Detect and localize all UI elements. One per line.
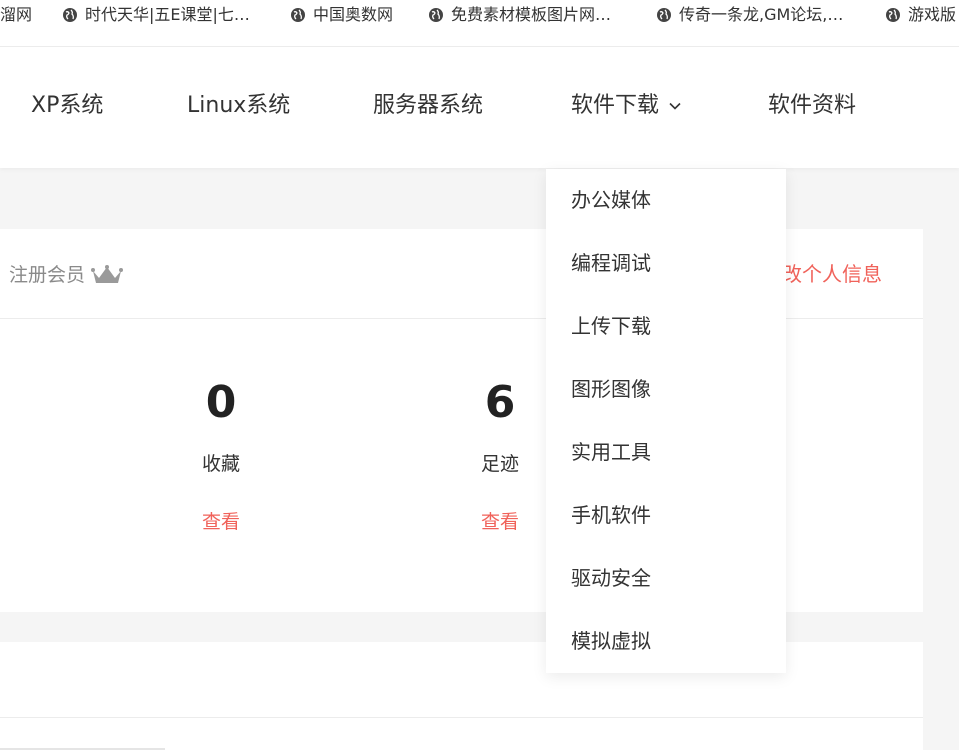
main-nav: XP系统 Linux系统 服务器系统 软件下载 软件资料 [0, 47, 959, 168]
nav-item-server[interactable]: 服务器系统 [373, 91, 483, 121]
globe-icon [657, 8, 671, 22]
stat-label: 足迹 [480, 453, 519, 475]
nav-item-label: Linux系统 [187, 93, 291, 118]
stat-value: 6 [484, 377, 516, 428]
nav-item-software-download[interactable]: 软件下载 [571, 91, 681, 121]
bookmark-label: 中国奥数网 [313, 5, 394, 24]
dropdown-item-graphics[interactable]: 图形图像 [571, 375, 651, 403]
nav-item-label: 服务器系统 [373, 93, 484, 118]
bookmark-label: 游戏版 [908, 5, 957, 24]
member-level-label: 注册会员 [9, 264, 86, 286]
nav-item-software-docs[interactable]: 软件资料 [768, 91, 856, 121]
globe-icon [291, 8, 305, 22]
bookmark-item[interactable]: 中国奥数网 [291, 0, 393, 30]
chevron-down-icon [669, 102, 681, 110]
bookmark-item[interactable]: 溜网 [0, 0, 32, 30]
bookmark-item[interactable]: 免费素材模板图片网… [429, 0, 611, 30]
bookmarks-bar: 溜网 时代天华|五E课堂|七… 中国奥数网 免费素材模板图片网… 传奇一条龙,G… [0, 0, 959, 47]
bookmark-item[interactable]: 游戏版 [886, 0, 956, 30]
view-history-link[interactable]: 查看 [440, 509, 560, 535]
globe-icon [429, 8, 443, 22]
nav-item-xp[interactable]: XP系统 [31, 91, 103, 121]
bookmark-label: 传奇一条龙,GM论坛,… [679, 5, 844, 24]
nav-item-label: XP系统 [31, 93, 104, 118]
view-favorites-link[interactable]: 查看 [161, 509, 281, 535]
bookmark-label: 免费素材模板图片网… [451, 5, 612, 24]
stat-value: 0 [205, 377, 237, 428]
dropdown-item-driver-security[interactable]: 驱动安全 [571, 564, 651, 592]
dropdown-item-utilities[interactable]: 实用工具 [571, 438, 651, 466]
member-level: 注册会员 [9, 262, 124, 288]
dropdown-item-emulation-virtual[interactable]: 模拟虚拟 [571, 627, 651, 655]
bookmark-label: 溜网 [0, 5, 33, 24]
divider [0, 717, 923, 718]
dropdown-item-upload-download[interactable]: 上传下载 [571, 312, 651, 340]
crown-icon [91, 265, 124, 283]
edit-profile-link[interactable]: 改个人信息 [782, 260, 882, 288]
dropdown-item-office-media[interactable]: 办公媒体 [571, 186, 651, 214]
bookmark-item[interactable]: 时代天华|五E课堂|七… [63, 0, 250, 30]
nav-item-label: 软件资料 [768, 93, 857, 118]
globe-icon [886, 8, 900, 22]
dropdown-item-mobile-software[interactable]: 手机软件 [571, 501, 651, 529]
software-download-dropdown: 办公媒体 编程调试 上传下载 图形图像 实用工具 手机软件 驱动安全 模拟虚拟 [546, 169, 786, 673]
stat-label: 收藏 [201, 453, 240, 475]
dropdown-item-programming[interactable]: 编程调试 [571, 249, 651, 277]
globe-icon [63, 8, 77, 22]
bookmark-item[interactable]: 传奇一条龙,GM论坛,… [657, 0, 843, 30]
nav-item-label: 软件下载 [571, 93, 660, 118]
nav-item-linux[interactable]: Linux系统 [187, 91, 290, 121]
bookmark-label: 时代天华|五E课堂|七… [85, 5, 250, 24]
